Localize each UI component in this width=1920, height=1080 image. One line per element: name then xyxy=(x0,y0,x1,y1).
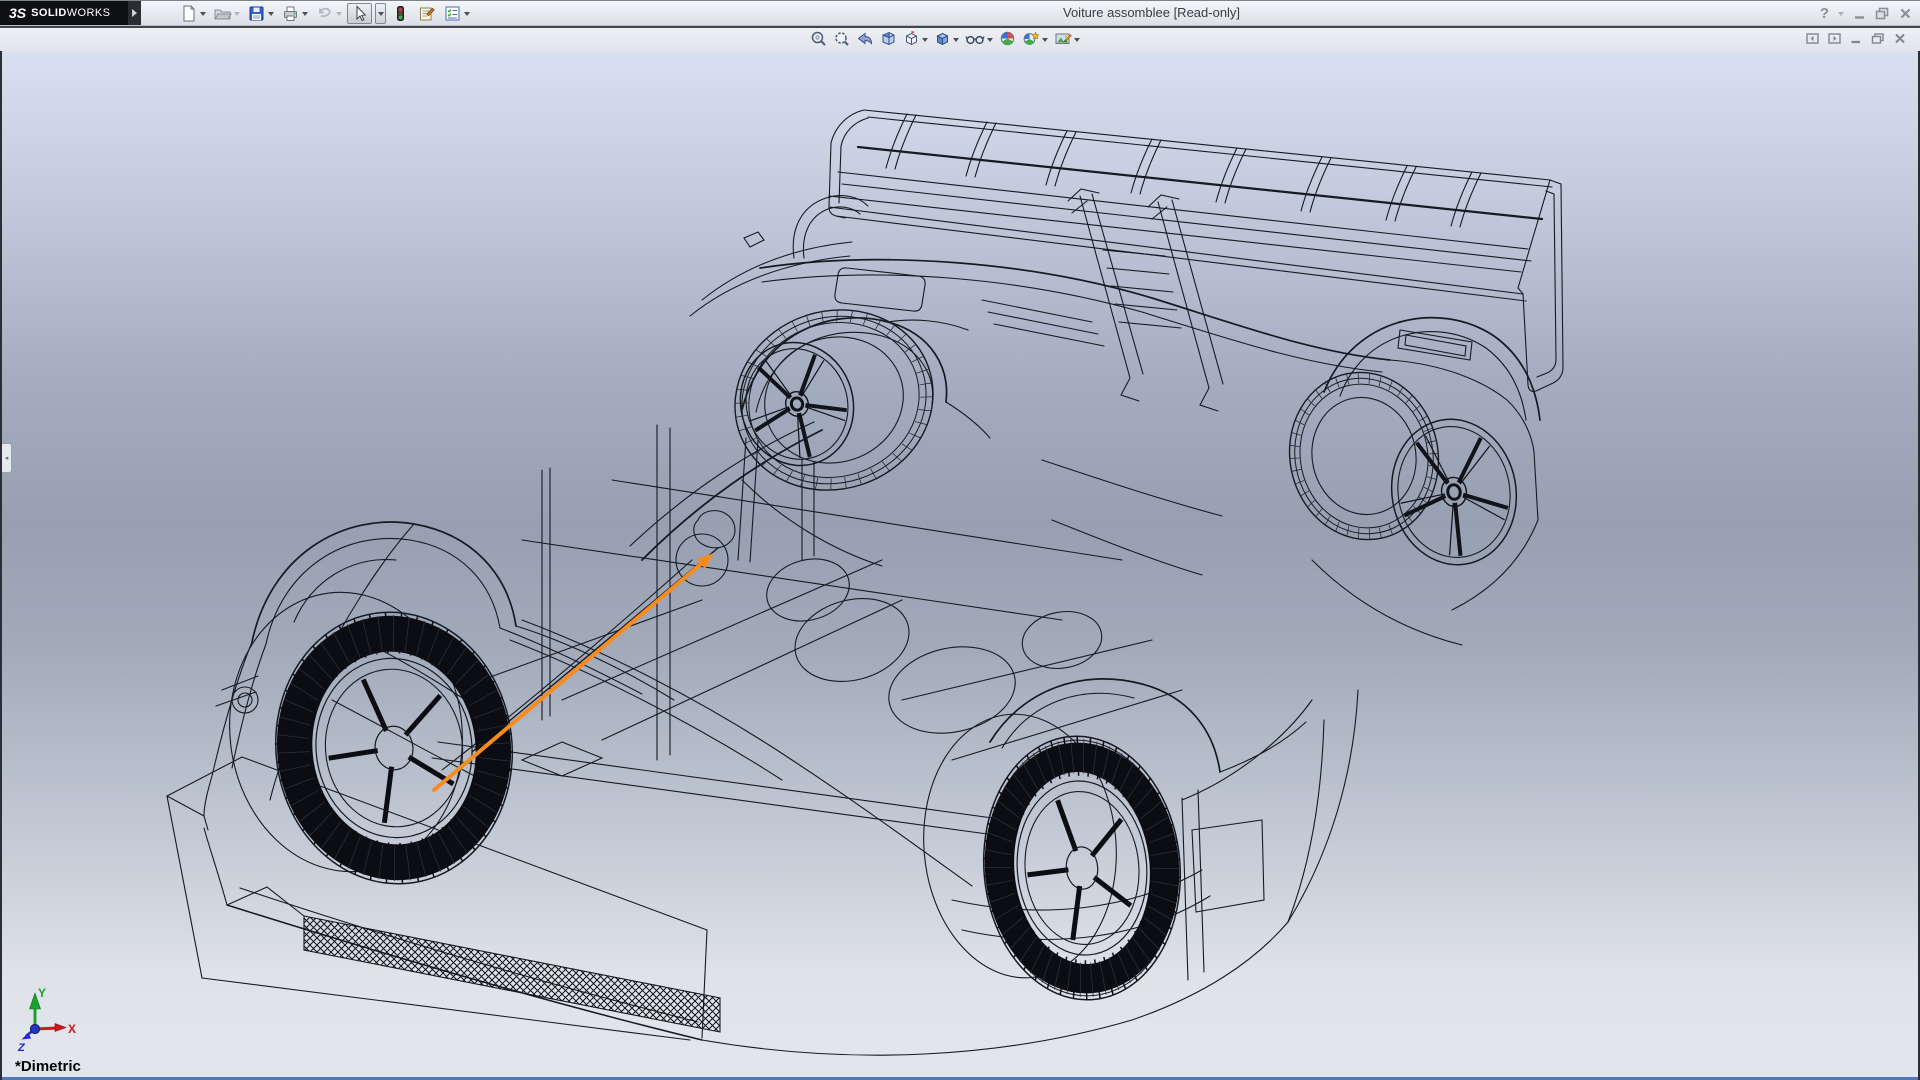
undo-icon xyxy=(315,4,334,23)
title-bar: 3S SOLIDWORKS xyxy=(0,0,1920,26)
window-controls: ? xyxy=(1820,1,1912,25)
expand-arrow-icon xyxy=(132,9,137,17)
document-title: Voiture assomblee [Read-only] xyxy=(1063,5,1240,20)
print-icon xyxy=(281,4,300,23)
triad-x-label: X xyxy=(68,1022,76,1036)
triad-z-label: Z xyxy=(17,1042,26,1054)
edit-properties-button[interactable] xyxy=(415,2,438,24)
close-button[interactable] xyxy=(1899,7,1912,20)
previous-view-arrow-icon xyxy=(856,30,874,47)
new-document-button[interactable] xyxy=(177,2,208,24)
scene-sphere-icon xyxy=(999,30,1016,47)
standard-toolbar xyxy=(177,2,472,24)
toolbar-expand-tab[interactable] xyxy=(128,1,141,25)
previous-view-button[interactable] xyxy=(856,30,874,47)
undo-dropdown[interactable] xyxy=(336,12,342,16)
reference-triad: Y X Z xyxy=(17,986,76,1054)
car-wireframe-model[interactable] xyxy=(167,110,1563,1055)
view-settings-sphere-icon xyxy=(1022,30,1040,47)
view-settings-button[interactable] xyxy=(1022,30,1048,47)
menu-bar xyxy=(0,26,1920,51)
collapse-pane-right-button[interactable] xyxy=(1828,33,1841,44)
save-button[interactable] xyxy=(245,2,276,24)
zoom-to-area-icon xyxy=(833,30,850,47)
section-view-button[interactable] xyxy=(880,30,897,47)
new-dropdown[interactable] xyxy=(200,12,206,16)
save-floppy-icon xyxy=(247,4,266,23)
print-button[interactable] xyxy=(279,2,310,24)
wheels-group[interactable] xyxy=(260,284,1527,1008)
rebuild-traffic-light-button[interactable] xyxy=(389,2,412,24)
brand-name: SOLIDWORKS xyxy=(31,7,110,19)
zoom-to-area-button[interactable] xyxy=(833,30,850,47)
view-orientation-icon xyxy=(903,30,920,47)
display-style-cube-icon xyxy=(934,30,951,47)
display-style-button[interactable] xyxy=(934,30,959,47)
restore-document-button[interactable] xyxy=(1871,33,1885,44)
view-settings-dropdown[interactable] xyxy=(1042,38,1048,42)
edit-scene-dropdown[interactable] xyxy=(1074,38,1080,42)
new-document-icon xyxy=(179,4,198,23)
edit-scene-button[interactable] xyxy=(1054,30,1080,47)
eyeglasses-icon xyxy=(965,30,985,47)
close-document-button[interactable] xyxy=(1894,33,1906,44)
open-document-button[interactable] xyxy=(211,2,242,24)
ds-3s-logo-icon: 3S xyxy=(9,5,26,21)
section-view-icon xyxy=(880,30,897,47)
select-tool-dropdown[interactable] xyxy=(375,3,386,24)
zoom-to-fit-button[interactable] xyxy=(810,30,827,47)
solidworks-logo: 3S SOLIDWORKS xyxy=(0,1,128,25)
restore-button[interactable] xyxy=(1875,7,1890,20)
graphics-viewport[interactable]: Y X Z ◂ *Dimetric xyxy=(0,50,1920,1080)
view-orientation-button[interactable] xyxy=(903,30,928,47)
view-orientation-label: *Dimetric xyxy=(15,1058,81,1075)
minimize-document-button[interactable] xyxy=(1850,33,1862,44)
open-folder-icon xyxy=(213,4,232,23)
collapse-pane-left-button[interactable] xyxy=(1806,33,1819,44)
hide-show-items-button[interactable] xyxy=(965,30,993,47)
edit-properties-icon xyxy=(417,4,436,23)
options-checklist-button[interactable] xyxy=(441,2,472,24)
save-dropdown[interactable] xyxy=(268,12,274,16)
view-orientation-dropdown[interactable] xyxy=(922,38,928,42)
hide-show-dropdown[interactable] xyxy=(987,38,993,42)
help-dropdown[interactable] xyxy=(1838,12,1844,16)
edit-scene-picture-icon xyxy=(1054,30,1072,47)
print-dropdown[interactable] xyxy=(302,12,308,16)
display-style-dropdown[interactable] xyxy=(953,38,959,42)
undo-button[interactable] xyxy=(313,2,344,24)
document-window-controls xyxy=(1806,33,1906,44)
feature-pane-collapse-tab[interactable]: ◂ xyxy=(2,443,12,473)
traffic-light-icon xyxy=(391,4,410,23)
triad-y-label: Y xyxy=(38,986,46,1000)
options-checklist-icon xyxy=(443,4,462,23)
select-cursor-icon xyxy=(350,4,369,23)
options-dropdown[interactable] xyxy=(464,12,470,16)
heads-up-view-toolbar xyxy=(810,30,1080,47)
help-button[interactable]: ? xyxy=(1820,5,1829,22)
zoom-to-fit-icon xyxy=(810,30,827,47)
minimize-button[interactable] xyxy=(1853,7,1866,20)
open-dropdown[interactable] xyxy=(234,12,240,16)
viewport-canvas[interactable]: Y X Z xyxy=(2,50,1920,1080)
apply-scene-button[interactable] xyxy=(999,30,1016,47)
select-tool-button[interactable] xyxy=(347,3,372,24)
